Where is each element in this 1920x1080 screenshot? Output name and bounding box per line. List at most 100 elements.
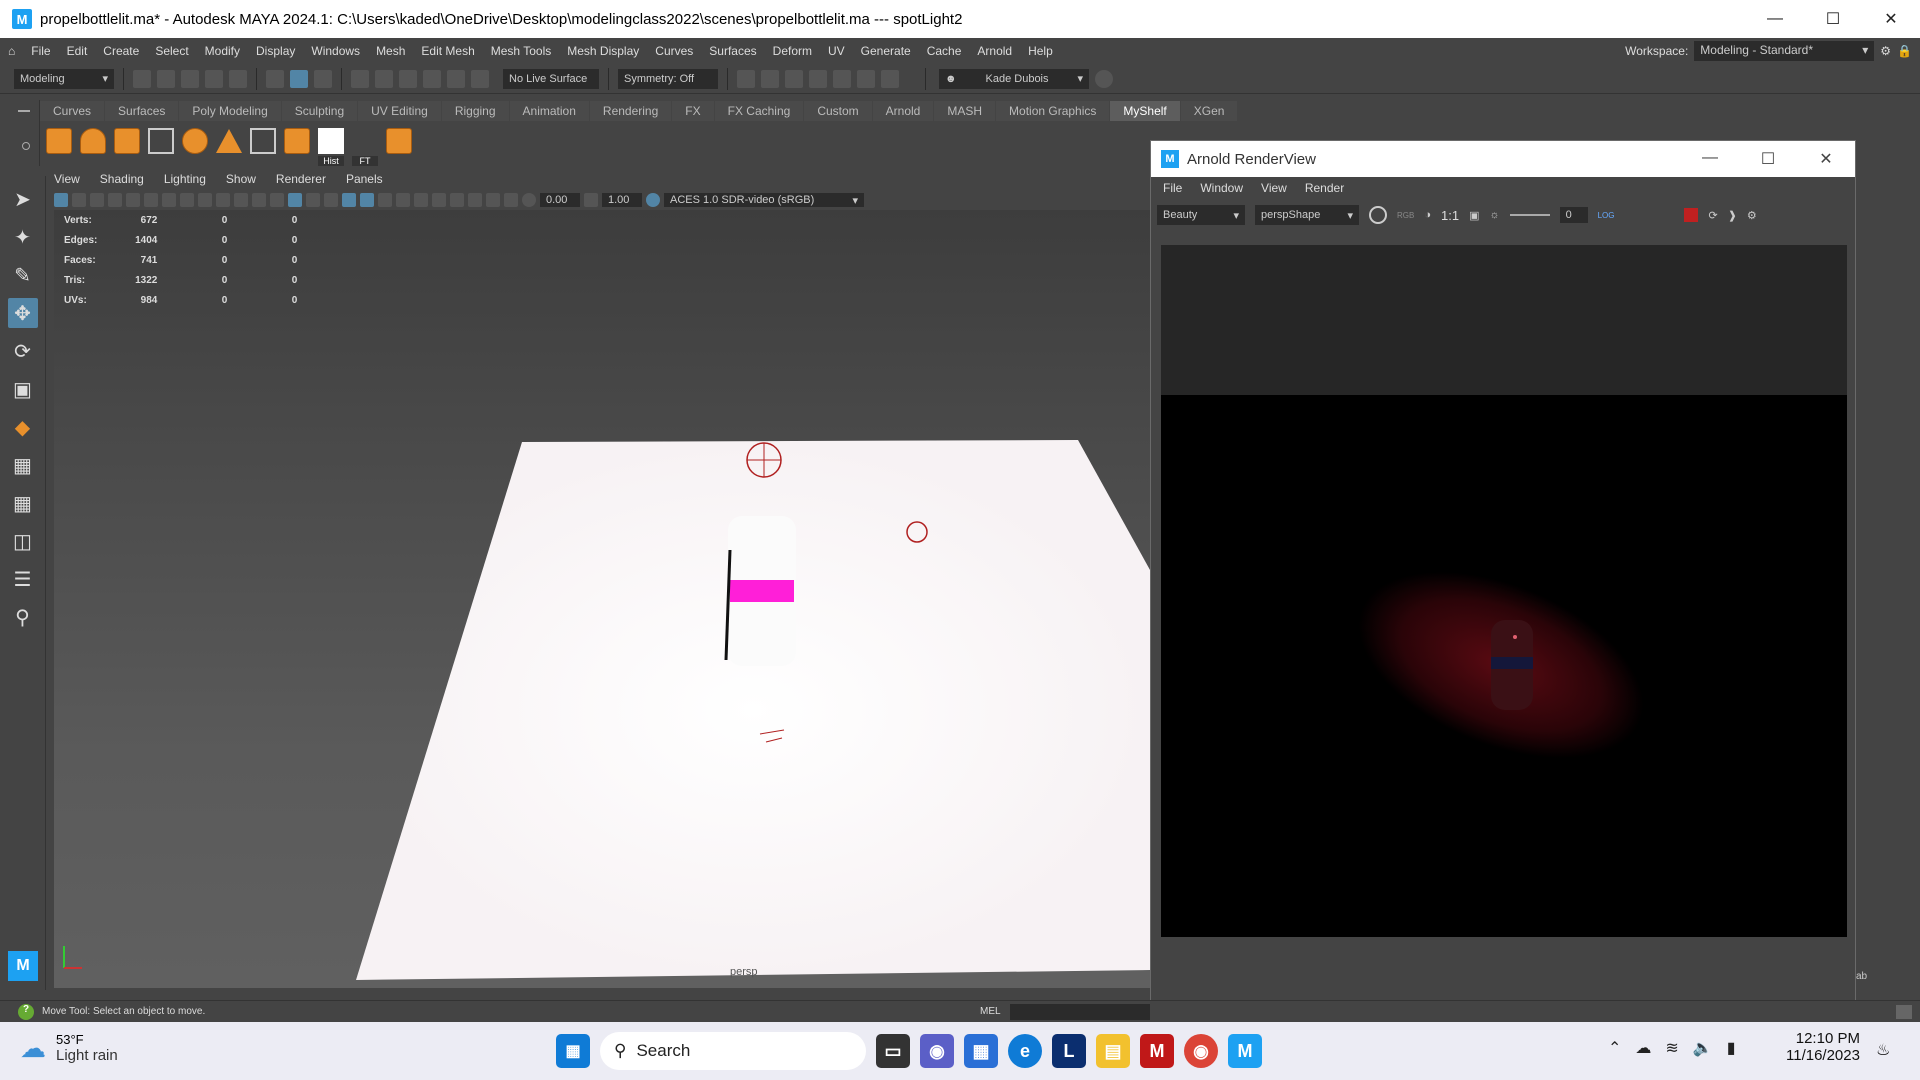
- render-current-icon[interactable]: [761, 69, 779, 88]
- menu-mesh-tools[interactable]: Mesh Tools: [483, 44, 559, 58]
- viewport-3d[interactable]: Verts: 672 0 0 Edges: 1404 0 0 Faces: 741 0 0 Tri…: [54, 210, 1150, 988]
- aov-dropdown[interactable]: Beauty ▾: [1157, 205, 1245, 225]
- menu-icon[interactable]: [18, 110, 30, 112]
- two-pane-icon[interactable]: ◫: [8, 526, 38, 556]
- volume-icon[interactable]: 🔈: [1693, 1038, 1713, 1058]
- live-surface-field[interactable]: No Live Surface: [503, 68, 599, 89]
- script-editor-icon[interactable]: [1896, 1004, 1912, 1019]
- menu-generate[interactable]: Generate: [853, 44, 919, 58]
- ambient-occlusion-icon[interactable]: [378, 193, 392, 207]
- use-all-lights-icon[interactable]: [342, 193, 356, 207]
- task-view-icon[interactable]: ▭: [876, 1034, 910, 1068]
- anti-aliasing-icon[interactable]: [414, 193, 428, 207]
- colorspace-dropdown[interactable]: ACES 1.0 SDR-video (sRGB) ▾: [664, 193, 864, 207]
- rv-menu-file[interactable]: File: [1163, 181, 1182, 195]
- command-input[interactable]: [1010, 1003, 1150, 1020]
- onedrive-icon[interactable]: ☁: [1635, 1038, 1651, 1058]
- color-management-icon[interactable]: [646, 193, 660, 207]
- open-scene-icon[interactable]: [157, 69, 175, 88]
- shadows-icon[interactable]: [360, 193, 374, 207]
- shelf-tab-arnold[interactable]: Arnold: [872, 101, 934, 121]
- film-gate-icon[interactable]: [180, 193, 194, 207]
- grid-toggle-icon[interactable]: [162, 193, 176, 207]
- search-help-icon[interactable]: [1095, 69, 1113, 88]
- teams-icon[interactable]: ◉: [920, 1034, 954, 1068]
- clock[interactable]: 12:10 PM 11/16/2023: [1786, 1030, 1860, 1064]
- store-icon[interactable]: ▦: [964, 1034, 998, 1068]
- grid-icon[interactable]: [250, 128, 276, 154]
- edge-icon[interactable]: e: [1008, 1034, 1042, 1068]
- poly-sphere-icon[interactable]: [182, 128, 208, 154]
- menu-curves[interactable]: Curves: [647, 44, 701, 58]
- wireframe-icon[interactable]: [270, 193, 284, 207]
- windows-start-icon[interactable]: ▦: [556, 1034, 590, 1068]
- poly-cube-icon[interactable]: [46, 128, 72, 154]
- exposure-slider[interactable]: [1509, 214, 1550, 216]
- shelf-tab-motion-graphics[interactable]: Motion Graphics: [996, 101, 1110, 121]
- zoom-ratio[interactable]: 1:1: [1441, 208, 1459, 223]
- vp-menu-show[interactable]: Show: [226, 172, 256, 190]
- vp-menu-panels[interactable]: Panels: [346, 172, 383, 190]
- hypershade-icon[interactable]: [833, 69, 851, 88]
- maya-taskbar-icon[interactable]: M: [1228, 1034, 1262, 1068]
- user-account-dropdown[interactable]: ☻ Kade Dubois ▾: [939, 68, 1089, 89]
- 2d-pan-icon[interactable]: [126, 193, 140, 207]
- menu-display[interactable]: Display: [248, 44, 303, 58]
- rv-menu-window[interactable]: Window: [1200, 181, 1243, 195]
- shelf-tab-fx-caching[interactable]: FX Caching: [714, 101, 804, 121]
- taskbar-search-box[interactable]: ⚲ Search: [600, 1032, 866, 1070]
- menu-edit-mesh[interactable]: Edit Mesh: [413, 44, 482, 58]
- mode-dropdown[interactable]: Modeling ▾: [14, 68, 114, 89]
- pause-icon[interactable]: [881, 69, 899, 88]
- exposure-icon[interactable]: ☼: [1489, 209, 1499, 221]
- menu-mesh[interactable]: Mesh: [368, 44, 413, 58]
- vp-menu-renderer[interactable]: Renderer: [276, 172, 326, 190]
- gamma-icon[interactable]: [584, 193, 598, 207]
- menu-windows[interactable]: Windows: [303, 44, 368, 58]
- vp-menu-view[interactable]: View: [54, 172, 80, 190]
- snap-live-icon[interactable]: [471, 69, 489, 88]
- menu-arnold[interactable]: Arnold: [969, 44, 1020, 58]
- gamma-field[interactable]: 1.00: [602, 193, 642, 207]
- lock-icon[interactable]: 🔒: [1897, 44, 1912, 58]
- shelf-tab-rendering[interactable]: Rendering: [589, 101, 672, 121]
- script-language-toggle[interactable]: MEL: [980, 1006, 1001, 1017]
- snap-grid-icon[interactable]: [351, 69, 369, 88]
- textured-icon[interactable]: [324, 193, 338, 207]
- color-picker-icon[interactable]: ◑: [1424, 209, 1431, 221]
- exposure-icon[interactable]: [522, 193, 536, 207]
- move-tool-icon[interactable]: ✥: [7, 298, 38, 328]
- depth-of-field-icon[interactable]: [432, 193, 446, 207]
- snap-surface-icon[interactable]: [447, 69, 465, 88]
- shelf-tab-mash[interactable]: MASH: [934, 101, 996, 121]
- workspace-dropdown[interactable]: Modeling - Standard* ▾: [1694, 41, 1875, 61]
- menu-cache[interactable]: Cache: [919, 44, 970, 58]
- exposure-value[interactable]: 0: [1559, 207, 1588, 223]
- freeze-transform-icon[interactable]: FT: [352, 128, 378, 166]
- bookmark-icon[interactable]: [90, 193, 104, 207]
- new-scene-icon[interactable]: [133, 69, 151, 88]
- ipr-icon[interactable]: ❱: [1728, 209, 1737, 222]
- render-settings-icon[interactable]: [809, 69, 827, 88]
- camera-dropdown[interactable]: perspShape ▾: [1255, 205, 1359, 225]
- stop-render-icon[interactable]: [1684, 208, 1699, 222]
- chrome-icon[interactable]: ◉: [1184, 1034, 1218, 1068]
- snap-view-icon[interactable]: [423, 69, 441, 88]
- poly-cone-icon[interactable]: [216, 129, 242, 153]
- save-scene-icon[interactable]: [181, 69, 199, 88]
- bottle-label[interactable]: [730, 580, 794, 602]
- menu-select[interactable]: Select: [147, 44, 196, 58]
- channel-icon[interactable]: [1369, 206, 1387, 224]
- smooth-shade-icon[interactable]: [288, 193, 302, 207]
- menu-deform[interactable]: Deform: [765, 44, 820, 58]
- menu-help[interactable]: Help: [1020, 44, 1061, 58]
- shelf-tab-surfaces[interactable]: Surfaces: [105, 101, 179, 121]
- frame-region-icon[interactable]: ▣: [1469, 209, 1479, 222]
- menu-mesh-display[interactable]: Mesh Display: [559, 44, 647, 58]
- maximize-button[interactable]: ☐: [1739, 149, 1797, 169]
- log-icon[interactable]: LOG: [1598, 211, 1615, 220]
- poly-cube-icon[interactable]: [114, 128, 140, 154]
- shelf-tab-xgen[interactable]: XGen: [1180, 101, 1238, 121]
- menu-surfaces[interactable]: Surfaces: [701, 44, 764, 58]
- menu-create[interactable]: Create: [95, 44, 147, 58]
